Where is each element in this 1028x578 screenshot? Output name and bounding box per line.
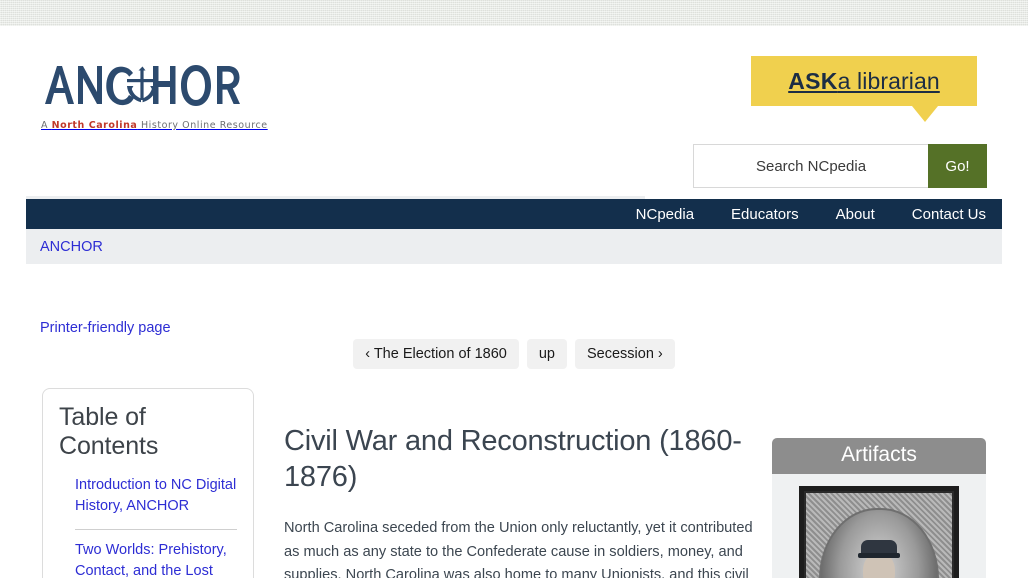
book-pager: ‹ The Election of 1860 up Secession › — [26, 339, 1002, 369]
toc-title: Table of Contents — [59, 403, 159, 460]
pager-previous-button[interactable]: ‹ The Election of 1860 — [353, 339, 519, 369]
logo-tagline: A North Carolina History Online Resource — [41, 120, 311, 131]
page-container: A North Carolina History Online Resource… — [26, 26, 1002, 578]
site-header: A North Carolina History Online Resource… — [26, 26, 1002, 196]
toc-link-two-worlds[interactable]: Two Worlds: Prehistory, Contact, and the… — [75, 540, 237, 578]
logo-wordmark — [41, 60, 241, 116]
artifact-tintype-photo[interactable] — [799, 486, 959, 578]
artifacts-panel: Artifacts — [772, 438, 986, 578]
search-form: Go! — [693, 144, 987, 188]
main-navigation: NCpedia Educators About Contact Us — [26, 199, 1002, 229]
tagline-prefix: A — [41, 120, 52, 131]
toc-list-item[interactable]: Two Worlds: Prehistory, Contact, and the… — [59, 540, 237, 578]
page-top-texture-strip — [0, 0, 1028, 26]
breadcrumb: ANCHOR — [26, 229, 1002, 264]
search-input[interactable] — [693, 144, 928, 188]
ask-label-bold: ASK — [788, 67, 838, 94]
search-submit-button[interactable]: Go! — [928, 144, 987, 188]
ask-label-rest: a librarian — [837, 67, 940, 94]
ask-bubble-tail — [912, 106, 938, 122]
pager-up-button[interactable]: up — [526, 339, 567, 369]
browser-viewport: A North Carolina History Online Resource… — [0, 0, 1028, 578]
table-of-contents: Table of Contents Introduction to NC Dig… — [42, 388, 254, 578]
soldier-kepi-cap — [858, 540, 900, 558]
article: Civil War and Reconstruction (1860-1876)… — [284, 388, 762, 578]
breadcrumb-item-anchor[interactable]: ANCHOR — [40, 239, 103, 255]
artifacts-panel-body — [772, 474, 986, 578]
pager-next-button[interactable]: Secession › — [574, 339, 675, 369]
tagline-suffix: History Online Resource — [137, 120, 268, 131]
anchor-logo-svg — [45, 65, 240, 106]
printer-friendly-link[interactable]: Printer-friendly page — [40, 320, 171, 336]
toc-list-item[interactable]: Introduction to NC Digital History, ANCH… — [59, 475, 237, 517]
toc-link-introduction[interactable]: Introduction to NC Digital History, ANCH… — [75, 475, 237, 517]
tagline-state: North Carolina — [51, 120, 138, 131]
ask-a-librarian-button[interactable]: ASK a librarian — [751, 56, 977, 106]
main-content: Table of Contents Introduction to NC Dig… — [26, 388, 1002, 578]
nav-item-educators[interactable]: Educators — [731, 206, 799, 223]
artifacts-panel-title: Artifacts — [772, 438, 986, 474]
page-title: Civil War and Reconstruction (1860-1876) — [284, 425, 742, 493]
nav-item-ncpedia[interactable]: NCpedia — [636, 206, 694, 223]
nav-item-contact-us[interactable]: Contact Us — [912, 206, 986, 223]
site-logo[interactable]: A North Carolina History Online Resource — [41, 60, 311, 131]
toc-divider — [75, 529, 237, 530]
nav-item-about[interactable]: About — [836, 206, 875, 223]
article-paragraph: North Carolina seceded from the Union on… — [284, 520, 753, 578]
